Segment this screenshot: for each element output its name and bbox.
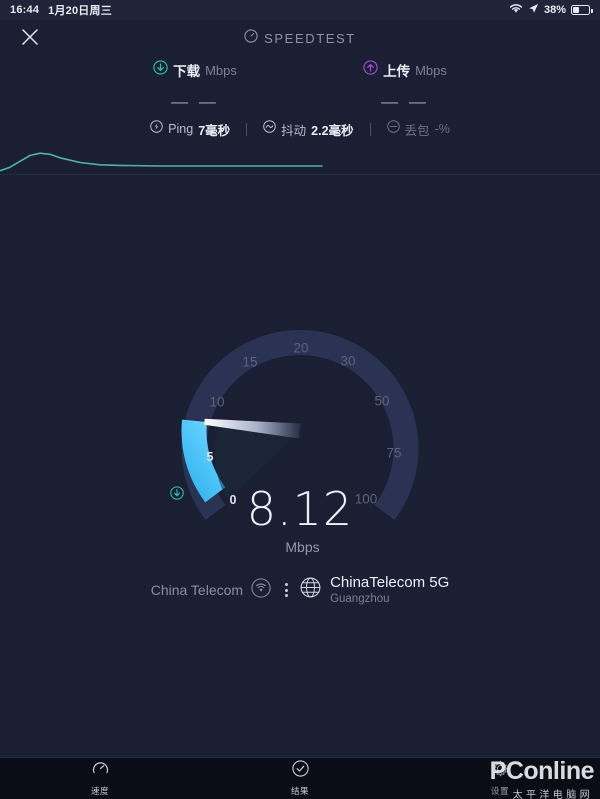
metric-upload-unit: Mbps: [415, 62, 447, 78]
gauge-tick-20: 20: [293, 340, 309, 356]
nav-label-speed: 速度: [90, 786, 109, 796]
metric-upload: 上传 Mbps — —: [340, 60, 470, 110]
ping-label: Ping: [168, 122, 194, 136]
jitter-value: 2.2毫秒: [311, 123, 354, 138]
ping-icon: [150, 120, 163, 138]
jitter-label: 抖动: [281, 123, 307, 138]
server-text: ChinaTelecom 5G Guangzhou: [330, 574, 449, 606]
status-time: 16:44: [10, 4, 40, 16]
nav-label-results: 结果: [290, 786, 309, 796]
nav-item-speed[interactable]: 速度: [0, 760, 200, 797]
brand: SPEEDTEST: [0, 29, 600, 48]
gear-icon: [492, 760, 509, 782]
globe-icon: [300, 577, 321, 603]
gauge-tick-75: 75: [386, 445, 402, 461]
status-date: 1月20日周三: [48, 5, 112, 17]
wifi-icon: [509, 1, 523, 19]
sparkline-divider: [0, 174, 600, 175]
metric-upload-value: — —: [381, 92, 429, 111]
gauge-tick-30: 30: [340, 353, 356, 369]
gauge-readout: 8.12 Mbps: [170, 486, 430, 555]
metric-download-unit: Mbps: [205, 62, 237, 78]
metric-download-head: 下载 Mbps: [153, 60, 237, 80]
gauge-tick-5: 5: [206, 450, 214, 464]
wifi-circle-icon: [251, 577, 271, 603]
app-bar: SPEEDTEST: [0, 20, 600, 56]
brand-title: SPEEDTEST: [264, 31, 356, 46]
upload-arrow-icon: [363, 60, 378, 80]
jitter-icon: [263, 120, 276, 138]
gauge-tick-15: 15: [242, 354, 258, 370]
ping-value: 7毫秒: [198, 123, 231, 138]
metric-download: 下载 Mbps — —: [130, 60, 260, 110]
battery-percent: 38%: [543, 4, 566, 16]
isp-name: China Telecom: [150, 582, 244, 598]
check-circle-icon: [291, 760, 309, 782]
isp-block[interactable]: China Telecom: [150, 577, 271, 603]
gauge-tick-50: 50: [374, 393, 390, 409]
metric-upload-head: 上传 Mbps: [363, 60, 447, 80]
gauge-value: 8.12: [246, 482, 354, 536]
status-bar-left: 16:44 1月20日周三: [10, 2, 112, 18]
packetloss-item: 丢包 -%: [371, 120, 466, 139]
ping-row: Ping 7毫秒 抖动 2.2毫秒 丢包 -%: [0, 120, 600, 138]
speed-gauge: 0 5 10 15 20 30 50 75 100 8.12 Mbps: [170, 300, 430, 562]
nav-label-settings: 设置: [490, 786, 509, 796]
server-block[interactable]: ChinaTelecom 5G Guangzhou: [300, 574, 449, 606]
bottom-nav: 速度 结果 设置: [0, 757, 600, 799]
speedometer-icon: [244, 29, 258, 48]
nav-item-results[interactable]: 结果: [200, 760, 400, 797]
download-arrow-icon: [153, 60, 168, 80]
packetloss-label: 丢包: [404, 123, 430, 138]
gauge-unit: Mbps: [285, 539, 320, 555]
battery-icon: [571, 5, 593, 15]
location-arrow-icon: [528, 1, 539, 19]
packetloss-icon: [386, 120, 400, 138]
server-city: Guangzhou: [330, 592, 390, 605]
packetloss-value: -%: [434, 122, 450, 136]
gauge-tick-10: 10: [209, 394, 225, 410]
speedtest-app-screen: 16:44 1月20日周三 38% SPEEDTEST 下载 Mbps — — …: [0, 0, 600, 799]
ping-item: Ping 7毫秒: [134, 120, 246, 139]
status-bar-right: 38%: [509, 1, 593, 19]
nav-item-settings[interactable]: 设置: [400, 760, 600, 797]
server-row: China Telecom ChinaTelecom 5G Guangzhou: [0, 572, 600, 608]
metric-download-value: — —: [171, 92, 219, 111]
status-bar: 16:44 1月20日周三 38%: [0, 0, 600, 20]
metric-download-label: 下载: [173, 64, 201, 79]
sparkline-series: [0, 152, 323, 172]
jitter-item: 抖动 2.2毫秒: [247, 120, 369, 139]
gauge-unit-row: Mbps: [170, 486, 320, 555]
server-name: ChinaTelecom 5G: [330, 573, 450, 591]
metrics-row: 下载 Mbps — — 上传 Mbps — —: [0, 60, 600, 110]
more-vertical-icon[interactable]: [285, 583, 289, 597]
metric-upload-label: 上传: [383, 64, 411, 79]
speedometer-icon: [92, 760, 109, 782]
